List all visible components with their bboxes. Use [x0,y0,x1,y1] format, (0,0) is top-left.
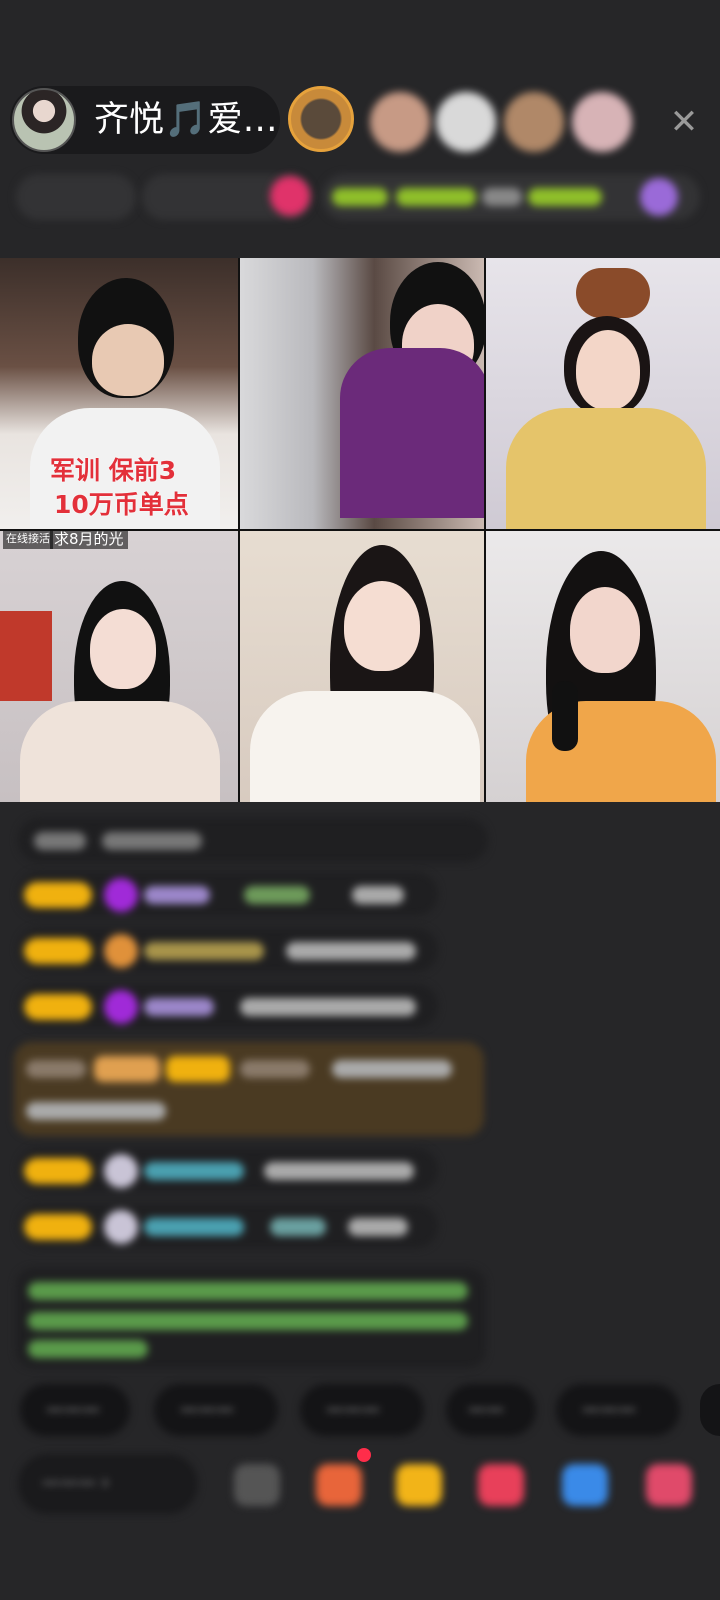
gift-box-icon[interactable] [316,1464,362,1506]
viewer-avatar[interactable] [370,92,430,152]
host-name[interactable]: 齐悦🎵爱… [94,100,278,140]
host-info-pill[interactable]: 齐悦🎵爱… [10,86,280,154]
activity-chip[interactable] [322,174,700,220]
notification-dot [357,1448,371,1462]
viewer-avatar[interactable] [436,92,496,152]
quick-reply-button[interactable] [700,1384,720,1436]
quick-reply-button[interactable]: ——— [154,1384,278,1436]
comment-input[interactable]: ——— › [18,1454,198,1514]
announcement-message [16,1268,486,1368]
host-avatar[interactable] [12,88,76,152]
info-chip-row [16,174,700,220]
interaction-icon[interactable] [478,1464,524,1506]
follow-icon[interactable] [270,176,310,216]
tile-overlay-text: 军训 保前3 [50,456,177,485]
video-tile-1[interactable]: 军训 保前3 10万币单点 [0,258,238,529]
viewer-avatar[interactable] [288,86,354,152]
chat-message[interactable] [18,984,438,1028]
more-icon[interactable] [234,1464,280,1506]
gift-icon[interactable] [646,1464,692,1506]
chat-message[interactable] [18,928,438,972]
video-tile-2[interactable] [240,258,484,529]
quick-reply-button[interactable]: ——— [20,1384,130,1436]
shop-icon[interactable] [396,1464,442,1506]
video-tile-3[interactable] [486,258,720,529]
viewer-avatar[interactable] [572,92,632,152]
video-tile-4[interactable]: 在线接活 求8月的光 [0,531,238,802]
video-tile-5[interactable] [240,531,484,802]
close-icon[interactable]: ✕ [666,104,702,140]
tile-tag: 求8月的光 [50,531,128,549]
chat-message[interactable] [18,1204,438,1248]
rank-chip[interactable] [16,174,136,220]
quick-reply-button[interactable]: ——— [556,1384,680,1436]
viewer-avatar[interactable] [504,92,564,152]
quick-reply-button[interactable]: —— [446,1384,536,1436]
tile-overlay-text: 10万币单点 [54,490,189,519]
chat-message[interactable] [18,872,438,916]
share-icon[interactable] [562,1464,608,1506]
tile-tag: 在线接活 [3,531,53,549]
video-grid: 军训 保前3 10万币单点 在线接活 求8月的光 [0,258,720,802]
video-tile-6[interactable] [486,531,720,802]
chat-message[interactable] [18,1148,438,1192]
quick-reply-button[interactable]: ——— [300,1384,424,1436]
system-notice [18,818,488,862]
gift-message[interactable] [14,1042,484,1136]
